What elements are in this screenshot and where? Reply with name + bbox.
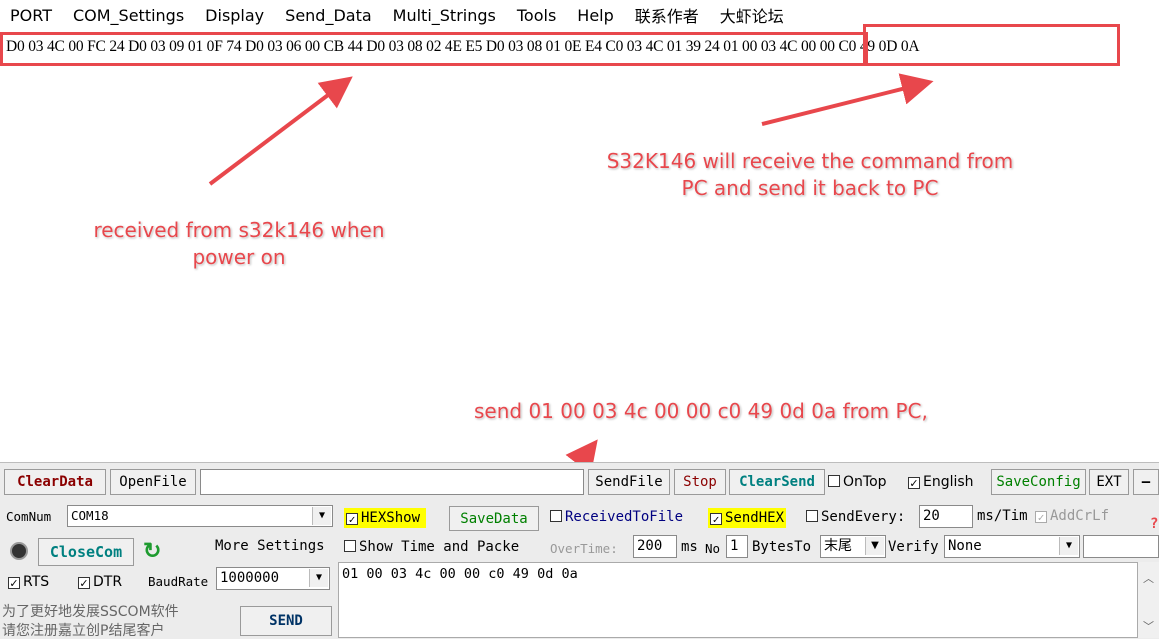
- ms-tim-label: ms/Tim: [977, 508, 1028, 524]
- received-to-file-checkbox-box[interactable]: [550, 510, 562, 522]
- com-num-label: ComNum: [6, 509, 52, 524]
- rts-label: RTS: [23, 574, 50, 590]
- more-settings-link[interactable]: More Settings: [215, 538, 325, 554]
- overtime-input[interactable]: 200: [633, 535, 677, 558]
- send-hex-checkbox[interactable]: ✓ SendHEX: [708, 508, 787, 528]
- send-textarea[interactable]: 01 00 03 4c 00 00 c0 49 0d 0a: [338, 562, 1138, 638]
- note-echo: S32K146 will receive the command from PC…: [590, 148, 1030, 202]
- verify-extra-field[interactable]: [1083, 535, 1159, 558]
- verify-select[interactable]: None ▼: [944, 535, 1080, 558]
- open-file-button[interactable]: OpenFile: [110, 469, 196, 495]
- minus-button[interactable]: —: [1133, 469, 1159, 495]
- english-checkbox[interactable]: ✓ English: [908, 474, 974, 490]
- note-power-on-line2: power on: [192, 245, 286, 269]
- record-icon: [10, 542, 28, 560]
- hex-show-checkbox[interactable]: ✓ HEXShow: [344, 508, 427, 528]
- ontop-checkbox[interactable]: OnTop: [828, 474, 887, 490]
- no-label: No: [705, 541, 721, 556]
- send-scrollbar[interactable]: ︿ ﹀: [1138, 562, 1159, 638]
- note-power-on: received from s32k146 when power on: [84, 217, 394, 271]
- send-every-input[interactable]: 20: [919, 505, 973, 528]
- send-every-label: SendEvery:: [821, 509, 906, 525]
- hex-show-checkbox-box[interactable]: ✓: [346, 513, 358, 526]
- english-checkbox-box[interactable]: ✓: [908, 477, 920, 490]
- overtime-label: OverTime:: [550, 541, 618, 556]
- received-to-file-checkbox[interactable]: ReceivedToFile: [550, 509, 683, 525]
- send-hex-checkbox-box[interactable]: ✓: [710, 513, 722, 526]
- promo-line2: 请您注册嘉立创P结尾客户: [2, 623, 165, 639]
- note-send: send 01 00 03 4c 00 00 c0 49 0d 0a from …: [474, 399, 928, 423]
- chevron-down-icon[interactable]: ▼: [865, 537, 884, 555]
- hex-show-label: HEXShow: [361, 510, 421, 526]
- english-label: English: [923, 474, 974, 490]
- stop-button[interactable]: Stop: [674, 469, 726, 495]
- ext-button[interactable]: EXT: [1089, 469, 1129, 495]
- show-time-checkbox-box[interactable]: [344, 540, 356, 552]
- verify-value: None: [948, 538, 982, 554]
- note-echo-line1: S32K146 will receive the command from: [606, 149, 1014, 173]
- save-config-button[interactable]: SaveConfig: [991, 469, 1086, 495]
- baud-rate-value: 1000000: [220, 570, 280, 586]
- send-hex-label: SendHEX: [725, 510, 785, 526]
- dtr-checkbox-box[interactable]: ✓: [78, 577, 90, 590]
- received-to-file-label: ReceivedToFile: [565, 509, 684, 525]
- ontop-checkbox-box[interactable]: [828, 475, 840, 487]
- clear-send-button[interactable]: ClearSend: [729, 469, 825, 495]
- close-com-button[interactable]: CloseCom: [38, 538, 134, 566]
- send-every-checkbox-box[interactable]: [806, 510, 818, 522]
- refresh-icon[interactable]: ↻: [143, 538, 167, 564]
- verify-label: Verify: [888, 539, 939, 555]
- chevron-down-icon[interactable]: ▼: [1059, 537, 1078, 555]
- add-crlf-label: AddCrLf: [1050, 508, 1110, 524]
- arrow-echo: [761, 73, 934, 126]
- dtr-label: DTR: [93, 574, 123, 590]
- no-input[interactable]: 1: [726, 535, 748, 558]
- baud-rate-select[interactable]: 1000000 ▼: [216, 567, 330, 590]
- baud-label: BaudRate: [148, 574, 214, 589]
- send-file-button[interactable]: SendFile: [588, 469, 670, 495]
- file-path-input[interactable]: [200, 469, 584, 495]
- add-crlf-checkbox[interactable]: ✓ AddCrLf: [1035, 508, 1109, 524]
- clear-data-button[interactable]: ClearData: [4, 469, 106, 495]
- arrow-power-on: [208, 76, 353, 186]
- ontop-label: OnTop: [843, 474, 887, 490]
- bytes-to-select[interactable]: 末尾 ▼: [820, 535, 886, 558]
- show-time-checkbox[interactable]: Show Time and Packe: [344, 539, 544, 555]
- note-power-on-line1: received from s32k146 when: [93, 218, 385, 242]
- dtr-checkbox[interactable]: ✓ DTR: [78, 574, 122, 590]
- baud-label-text: BaudRate: [148, 574, 209, 589]
- com-num-select[interactable]: COM18 ▼: [67, 505, 333, 527]
- send-button[interactable]: SEND: [240, 606, 332, 636]
- rts-checkbox-box[interactable]: ✓: [8, 577, 20, 590]
- chevron-down-icon[interactable]: ▼: [312, 507, 331, 525]
- send-every-checkbox[interactable]: SendEvery:: [806, 509, 905, 525]
- help-icon[interactable]: ?: [1150, 516, 1158, 532]
- bytes-to-value: 末尾: [824, 538, 852, 554]
- com-num-value: COM18: [71, 508, 109, 523]
- scroll-up-icon[interactable]: ︿: [1143, 570, 1154, 586]
- chevron-down-icon[interactable]: ▼: [309, 569, 328, 587]
- rts-checkbox[interactable]: ✓ RTS: [8, 574, 49, 590]
- note-echo-line2: PC and send it back to PC: [681, 176, 939, 200]
- scroll-down-icon[interactable]: ﹀: [1143, 618, 1154, 634]
- add-crlf-checkbox-box[interactable]: ✓: [1035, 511, 1047, 524]
- send-text: 01 00 03 4c 00 00 c0 49 0d 0a: [342, 566, 578, 582]
- show-time-label: Show Time and Packe: [359, 539, 520, 555]
- ms-label: ms: [681, 539, 698, 555]
- promo-line1: 为了更好地发展SSCOM软件: [2, 604, 179, 620]
- save-data-button[interactable]: SaveData: [449, 506, 539, 531]
- bytes-to-label: BytesTo: [752, 539, 812, 555]
